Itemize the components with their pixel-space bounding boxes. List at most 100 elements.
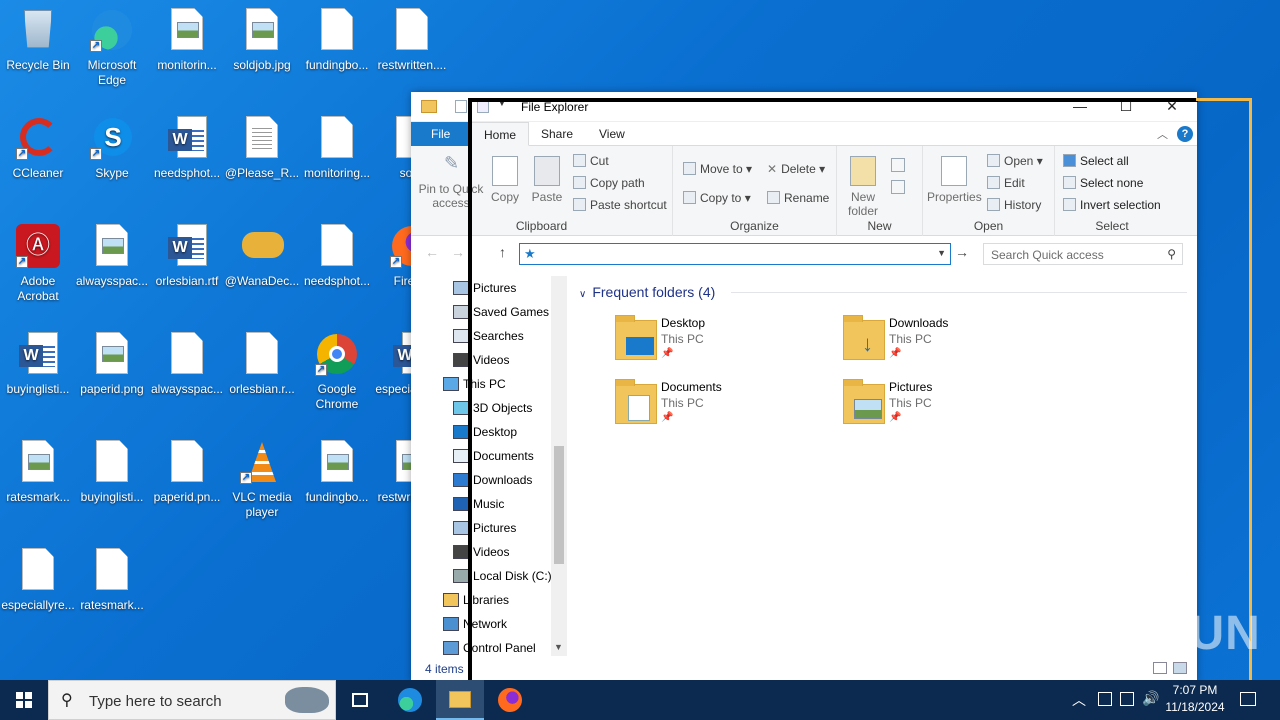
search-quick-access-input[interactable]: Search Quick access ⚲ [983, 243, 1183, 265]
back-icon[interactable]: ← [425, 244, 439, 260]
nav-item-music[interactable]: Music [453, 492, 504, 516]
select-all-button[interactable]: Select all [1063, 154, 1129, 168]
desktop-icon-fundingbo[interactable]: fundingbo... [299, 438, 375, 505]
desktop-icon-orlesbian-r[interactable]: orlesbian.r... [224, 330, 300, 397]
large-icons-view-icon[interactable] [1173, 662, 1187, 674]
desktop-icon-monitorin[interactable]: monitorin... [149, 6, 225, 73]
network-tray-icon[interactable] [1098, 692, 1112, 706]
desktop-icon-soldjob-jpg[interactable]: soldjob.jpg [224, 6, 300, 73]
nav-scrollbar[interactable]: ▼ [551, 276, 567, 656]
folder-downloads[interactable]: ↓ Downloads This PC 📌 [843, 315, 1063, 372]
title-bar[interactable]: ▼ File Explorer — ☐ ✕ [411, 92, 1197, 122]
folder-pictures[interactable]: Pictures This PC 📌 [843, 379, 1063, 436]
desktop-icon-buyinglisti[interactable]: buyinglisti... [74, 438, 150, 505]
task-view-button[interactable] [336, 680, 384, 720]
desktop-icon-needsphot[interactable]: needsphot... [299, 222, 375, 289]
up-icon[interactable]: ↑ [499, 244, 506, 260]
nav-item-libraries[interactable]: Libraries [443, 588, 509, 612]
desktop-icon-orlesbian-rtf[interactable]: orlesbian.rtf [149, 222, 225, 289]
chevron-up-icon[interactable]: ︿ [1072, 690, 1086, 710]
desktop-icon-vlc-media-player[interactable]: ↗ VLC media player [224, 438, 300, 520]
desktop-icon--wanadec[interactable]: @WanaDec... [224, 222, 300, 289]
nav-item-3d-objects[interactable]: 3D Objects [453, 396, 532, 420]
details-view-icon[interactable] [1153, 662, 1167, 674]
nav-item-videos[interactable]: Videos [453, 348, 509, 372]
edit-button[interactable]: Edit [987, 176, 1025, 190]
folder-documents[interactable]: Documents This PC 📌 [615, 379, 835, 436]
nav-scroll-thumb[interactable] [554, 446, 564, 564]
quick-access-toolbar-icon[interactable] [477, 100, 489, 113]
chevron-down-icon[interactable]: ▼ [554, 642, 563, 652]
desktop-icon-microsoft-edge[interactable]: ↗ Microsoft Edge [74, 6, 150, 88]
easy-access-icon[interactable] [891, 180, 905, 194]
frequent-folders-header[interactable]: ∨ Frequent folders (4) [579, 284, 715, 300]
nav-item-pictures[interactable]: Pictures [453, 276, 516, 300]
help-icon[interactable]: ? [1177, 126, 1193, 142]
desktop-icon-recycle-bin[interactable]: Recycle Bin [0, 6, 76, 73]
quick-access-toolbar-icon[interactable] [455, 100, 467, 113]
desktop-icon-google-chrome[interactable]: ↗ Google Chrome [299, 330, 375, 412]
tab-home[interactable]: Home [471, 122, 530, 146]
properties-button[interactable]: Properties [927, 156, 982, 204]
desktop-icon-monitoring[interactable]: monitoring... [299, 114, 375, 181]
taskbar-file-explorer-button[interactable] [436, 680, 484, 720]
go-arrow-icon[interactable]: → [955, 244, 969, 260]
nav-item-saved-games[interactable]: Saved Games [453, 300, 549, 324]
desktop-icon-alwaysspac[interactable]: alwaysspac... [149, 330, 225, 397]
nav-item-desktop[interactable]: Desktop [453, 420, 517, 444]
paste-button[interactable]: Paste [527, 156, 567, 204]
desktop-icon-adobe-acrobat[interactable]: Ⓐ ↗ Adobe Acrobat [0, 222, 76, 304]
maximize-button[interactable]: ☐ [1103, 92, 1149, 122]
volume-icon[interactable]: 🔊 [1142, 690, 1159, 707]
desktop-icon-paperid-pn[interactable]: paperid.pn... [149, 438, 225, 505]
rename-button[interactable]: Rename [767, 191, 829, 205]
minimize-button[interactable]: — [1057, 92, 1103, 122]
desktop-icon-fundingbo[interactable]: fundingbo... [299, 6, 375, 73]
nav-item-searches[interactable]: Searches [453, 324, 524, 348]
nav-item-this-pc[interactable]: This PC [443, 372, 506, 396]
nav-item-local-disk[interactable]: Local Disk (C:) [453, 564, 552, 588]
address-input[interactable]: ★ ▼ [519, 243, 951, 265]
invert-selection-button[interactable]: Invert selection [1063, 198, 1161, 212]
start-button[interactable] [0, 680, 48, 720]
navigation-pane[interactable]: Pictures Saved Games Searches Videos Thi… [411, 276, 568, 666]
folder-desktop[interactable]: Desktop This PC 📌 [615, 315, 835, 372]
desktop-icon-ratesmark[interactable]: ratesmark... [74, 546, 150, 613]
taskbar-firefox-button[interactable] [486, 680, 534, 720]
pin-to-quick-access-button[interactable]: ✎ Pin to Quick access [415, 154, 487, 210]
tab-file[interactable]: File [411, 122, 471, 146]
copy-button[interactable]: Copy [485, 156, 525, 204]
history-button[interactable]: History [987, 198, 1041, 212]
nav-item-pictures-pc[interactable]: Pictures [453, 516, 516, 540]
paste-shortcut-button[interactable]: Paste shortcut [573, 198, 667, 212]
new-item-icon[interactable] [891, 158, 905, 172]
close-button[interactable]: ✕ [1149, 92, 1195, 122]
move-to-button[interactable]: Move to ▾ [683, 162, 752, 176]
chevron-down-icon[interactable]: ▼ [497, 98, 507, 109]
chevron-down-icon[interactable]: ▼ [937, 248, 946, 258]
tab-share[interactable]: Share [529, 122, 585, 146]
desktop-icon-especiallyre[interactable]: especiallyre... [0, 546, 76, 613]
desktop-icon-restwritten[interactable]: restwritten.... [374, 6, 450, 73]
forward-icon[interactable]: → [451, 244, 465, 260]
cut-button[interactable]: Cut [573, 154, 609, 168]
file-explorer-window[interactable]: ▼ File Explorer — ☐ ✕ File Home Share Vi… [411, 92, 1197, 682]
desktop-icon-buyinglisti[interactable]: buyinglisti... [0, 330, 76, 397]
collapse-ribbon-icon[interactable]: ︿ [1157, 126, 1168, 142]
delete-button[interactable]: ✕ Delete ▾ [767, 162, 825, 176]
nav-item-videos-pc[interactable]: Videos [453, 540, 509, 564]
select-none-button[interactable]: Select none [1063, 176, 1143, 190]
desktop-icon-ccleaner[interactable]: ↗ CCleaner [0, 114, 76, 181]
copy-path-button[interactable]: Copy path [573, 176, 645, 190]
open-button[interactable]: Open ▾ [987, 154, 1043, 168]
desktop-icon-paperid-png[interactable]: paperid.png [74, 330, 150, 397]
desktop-icon--please-r[interactable]: @Please_R... [224, 114, 300, 181]
tray-app-icon[interactable] [1120, 692, 1134, 706]
clock[interactable]: 7:07 PM 11/18/2024 [1160, 682, 1230, 716]
nav-item-documents[interactable]: Documents [453, 444, 534, 468]
tab-view[interactable]: View [587, 122, 637, 146]
nav-item-network[interactable]: Network [443, 612, 507, 636]
nav-item-downloads[interactable]: Downloads [453, 468, 532, 492]
notifications-icon[interactable] [1240, 692, 1256, 706]
desktop-icon-skype[interactable]: S ↗ Skype [74, 114, 150, 181]
